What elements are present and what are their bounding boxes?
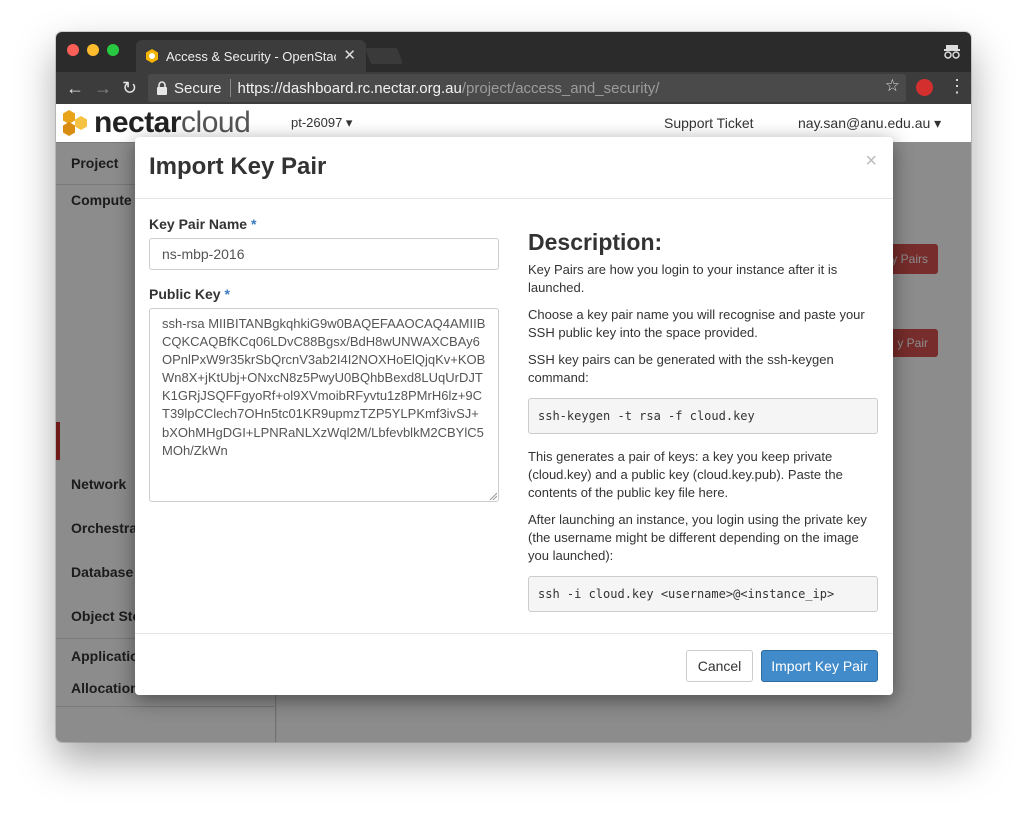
support-ticket-link[interactable]: Support Ticket — [664, 115, 754, 131]
close-window-button[interactable] — [67, 44, 79, 56]
description-text: Key Pairs are how you login to your inst… — [528, 262, 838, 295]
new-tab-button[interactable] — [365, 48, 403, 64]
cancel-button[interactable]: Cancel — [686, 650, 753, 682]
key-pair-name-label: Key Pair Name * — [149, 216, 256, 232]
public-key-label-text: Public Key — [149, 286, 221, 302]
modal-header: Import Key Pair × — [135, 137, 893, 199]
tab-strip: Access & Security - OpenStack ✕ — [56, 32, 971, 72]
maximize-window-button[interactable] — [107, 44, 119, 56]
key-pair-name-input[interactable]: ns-mbp-2016 — [149, 238, 499, 270]
browser-tab[interactable]: Access & Security - OpenStack ✕ — [136, 40, 366, 72]
incognito-icon — [944, 45, 960, 59]
modal-title: Import Key Pair — [149, 153, 327, 180]
project-selector[interactable]: pt-26097 ▾ — [291, 115, 352, 131]
nectar-logo: nectarcloud — [60, 106, 251, 140]
extension-icon[interactable] — [916, 79, 933, 96]
user-menu[interactable]: nay.san@anu.edu.au ▾ — [798, 115, 941, 132]
logo-text-bold: nectar — [94, 106, 182, 139]
public-key-textarea[interactable]: ssh-rsa MIIBITANBgkqhkiG9w0BAQEFAAOCAQ4A… — [149, 308, 499, 502]
required-mark: * — [224, 286, 230, 302]
browser-toolbar: ← → ↻ Secure https://dashboard.rc.nectar… — [56, 72, 971, 104]
description-text: After launching an instance, you login u… — [528, 512, 867, 563]
url-host: https://dashboard.rc.nectar.org.au — [237, 79, 462, 97]
modal-footer: Cancel Import Key Pair — [135, 633, 893, 695]
import-key-pair-dialog: Import Key Pair × Key Pair Name * ns-mbp… — [135, 137, 893, 695]
secure-label: Secure — [174, 79, 222, 97]
address-bar[interactable]: Secure https://dashboard.rc.nectar.org.a… — [148, 74, 906, 102]
close-icon[interactable]: × — [865, 151, 877, 171]
browser-menu-icon[interactable]: ⋮ — [948, 76, 966, 97]
honeycomb-icon — [63, 110, 87, 136]
public-key-label: Public Key * — [149, 286, 230, 302]
tab-title: Access & Security - OpenStack — [166, 48, 336, 64]
resize-handle-icon[interactable] — [489, 492, 497, 500]
tab-close-icon[interactable]: ✕ — [343, 46, 356, 64]
bookmark-star-icon[interactable]: ☆ — [885, 76, 900, 96]
description-text: Choose a key pair name you will recognis… — [528, 307, 865, 340]
address-separator — [229, 79, 231, 97]
code-block: ssh -i cloud.key <username>@<instance_ip… — [528, 576, 878, 612]
back-button[interactable]: ← — [66, 76, 84, 100]
description-panel: Description: Key Pairs are how you login… — [528, 229, 878, 626]
code-block: ssh-keygen -t rsa -f cloud.key — [528, 398, 878, 434]
forward-button[interactable]: → — [94, 76, 112, 100]
key-pair-name-label-text: Key Pair Name — [149, 216, 248, 232]
description-text: SSH key pairs can be generated with the … — [528, 352, 834, 385]
url-path: /project/access_and_security/ — [461, 79, 660, 97]
description-title: Description: — [528, 229, 663, 255]
lock-icon — [157, 81, 167, 95]
minimize-window-button[interactable] — [87, 44, 99, 56]
logo-text: nectarcloud — [94, 106, 251, 140]
openstack-favicon-icon — [146, 49, 158, 63]
import-key-pair-button[interactable]: Import Key Pair — [761, 650, 878, 682]
reload-button[interactable]: ↻ — [122, 76, 137, 100]
description-text: This generates a pair of keys: a key you… — [528, 449, 843, 500]
required-mark: * — [250, 216, 257, 232]
logo-text-light: cloud — [181, 106, 251, 139]
